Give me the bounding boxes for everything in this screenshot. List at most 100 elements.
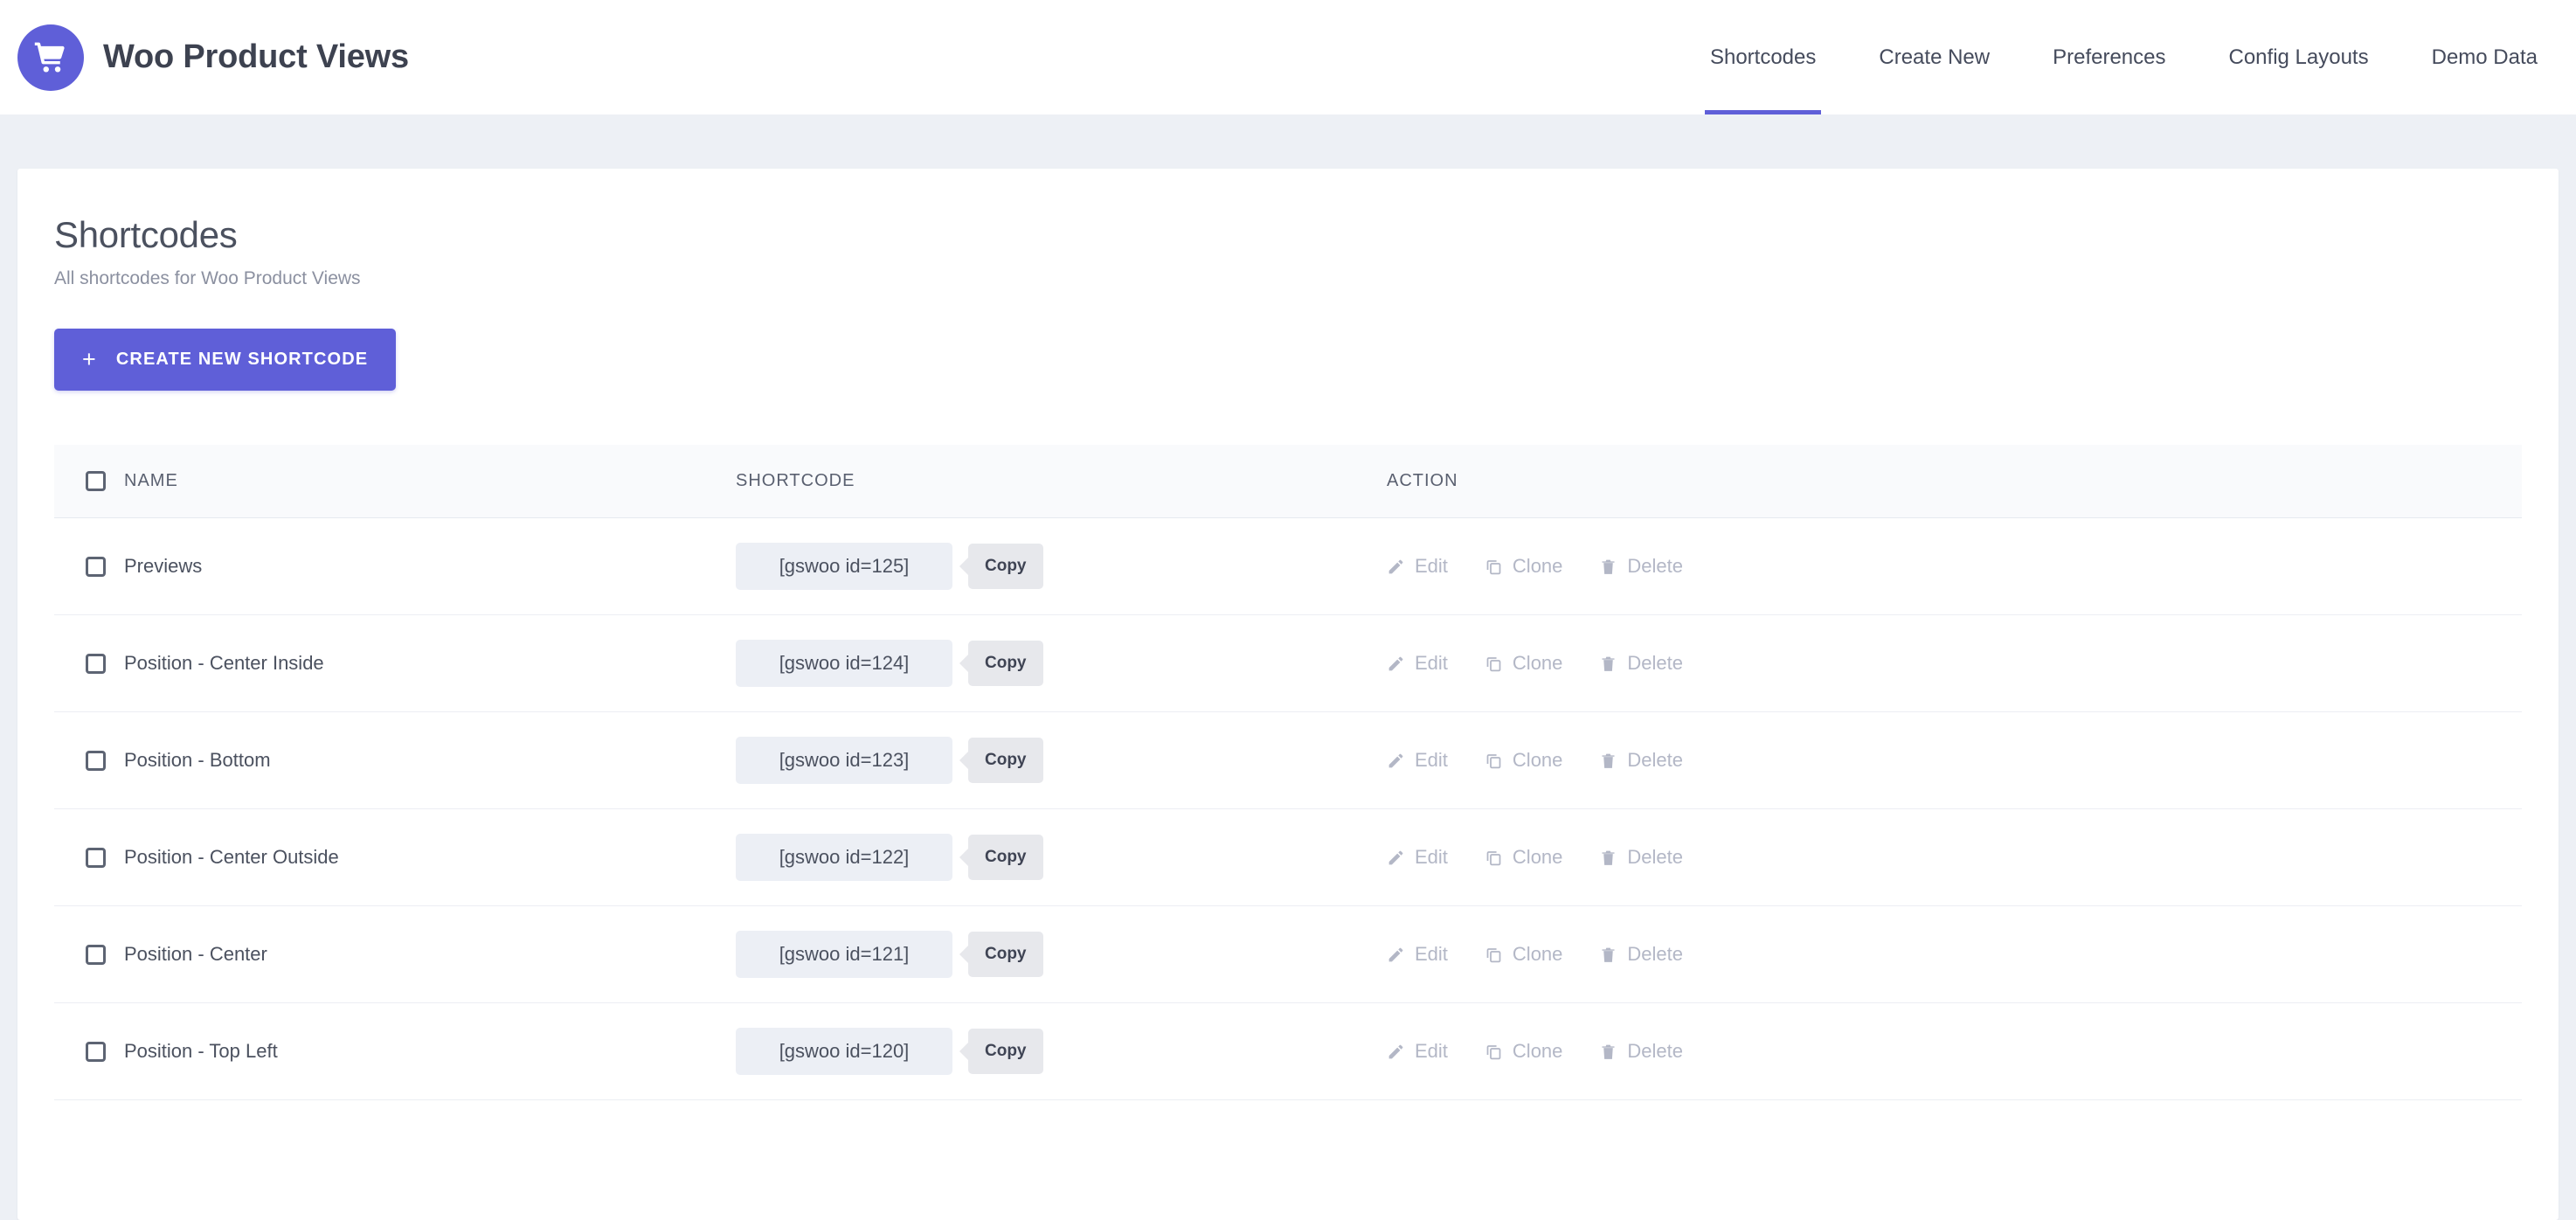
copy-button[interactable]: Copy bbox=[968, 544, 1043, 589]
copy-button[interactable]: Copy bbox=[968, 738, 1043, 783]
page-subtitle: All shortcodes for Woo Product Views bbox=[54, 268, 361, 288]
shortcode-value[interactable]: [gswoo id=124] bbox=[736, 640, 952, 687]
clone-label: Clone bbox=[1512, 1040, 1563, 1062]
clone-action[interactable]: Clone bbox=[1485, 652, 1562, 675]
edit-label: Edit bbox=[1415, 652, 1448, 674]
shortcode-value[interactable]: [gswoo id=122] bbox=[736, 834, 952, 881]
nav-item-shortcodes[interactable]: Shortcodes bbox=[1679, 0, 1847, 114]
copy-icon bbox=[1486, 947, 1501, 962]
delete-action[interactable]: Delete bbox=[1599, 749, 1683, 772]
row-shortcode-cell: [gswoo id=124] Copy bbox=[736, 614, 1387, 712]
nav-label: Shortcodes bbox=[1709, 45, 1817, 69]
delete-action[interactable]: Delete bbox=[1599, 943, 1683, 966]
edit-label: Edit bbox=[1415, 943, 1448, 965]
delete-action[interactable]: Delete bbox=[1599, 652, 1683, 675]
row-shortcode-cell: [gswoo id=123] Copy bbox=[736, 711, 1387, 809]
clone-action[interactable]: Clone bbox=[1485, 555, 1562, 578]
row-shortcode-cell: [gswoo id=125] Copy bbox=[736, 517, 1387, 615]
row-shortcode-cell: [gswoo id=121] Copy bbox=[736, 905, 1387, 1003]
table-row: Previews [gswoo id=125] Copy Edit Clone … bbox=[54, 517, 2522, 615]
row-actions-cell: Edit Clone Delete bbox=[1387, 517, 2522, 615]
copy-icon bbox=[1486, 559, 1501, 574]
column-action: ACTION bbox=[1387, 445, 2522, 518]
clone-action[interactable]: Clone bbox=[1485, 1040, 1562, 1063]
edit-action[interactable]: Edit bbox=[1387, 749, 1448, 772]
table-header: NAME SHORTCODE ACTION bbox=[54, 445, 2522, 518]
delete-label: Delete bbox=[1627, 555, 1683, 577]
clone-label: Clone bbox=[1512, 555, 1563, 577]
content-card: Shortcodes All shortcodes for Woo Produc… bbox=[17, 169, 2559, 1220]
edit-label: Edit bbox=[1415, 846, 1448, 868]
table-row: Position - Center [gswoo id=121] Copy Ed… bbox=[54, 905, 2522, 1003]
main-navigation: Shortcodes Create New Preferences Config… bbox=[1679, 0, 2538, 114]
copy-button[interactable]: Copy bbox=[968, 932, 1043, 977]
row-select-cell bbox=[54, 711, 124, 809]
table-row: Position - Center Inside [gswoo id=124] … bbox=[54, 614, 2522, 712]
row-name: Position - Top Left bbox=[124, 1002, 736, 1100]
row-name: Position - Center Inside bbox=[124, 614, 736, 712]
row-actions-cell: Edit Clone Delete bbox=[1387, 614, 2522, 712]
clone-action[interactable]: Clone bbox=[1485, 749, 1562, 772]
nav-item-preferences[interactable]: Preferences bbox=[2021, 0, 2197, 114]
delete-action[interactable]: Delete bbox=[1599, 846, 1683, 869]
row-checkbox[interactable] bbox=[86, 653, 106, 674]
shortcode-value[interactable]: [gswoo id=120] bbox=[736, 1028, 952, 1075]
create-new-shortcode-button[interactable]: + CREATE NEW SHORTCODE bbox=[54, 329, 397, 391]
table-row: Position - Top Left [gswoo id=120] Copy … bbox=[54, 1002, 2522, 1100]
edit-action[interactable]: Edit bbox=[1387, 846, 1448, 869]
pencil-icon bbox=[1388, 1044, 1403, 1058]
delete-action[interactable]: Delete bbox=[1599, 555, 1683, 578]
table-row: Position - Center Outside [gswoo id=122]… bbox=[54, 808, 2522, 906]
edit-action[interactable]: Edit bbox=[1387, 1040, 1448, 1063]
shortcodes-table: NAME SHORTCODE ACTION Previews [gswoo id… bbox=[54, 445, 2522, 1100]
clone-label: Clone bbox=[1512, 749, 1563, 771]
select-all-checkbox[interactable] bbox=[86, 471, 106, 491]
row-actions-cell: Edit Clone Delete bbox=[1387, 711, 2522, 809]
row-name: Position - Center bbox=[124, 905, 736, 1003]
row-checkbox[interactable] bbox=[86, 847, 106, 868]
row-checkbox[interactable] bbox=[86, 1041, 106, 1062]
clone-label: Clone bbox=[1512, 943, 1563, 965]
app-title: Woo Product Views bbox=[103, 38, 409, 75]
shortcode-value[interactable]: [gswoo id=121] bbox=[736, 931, 952, 978]
edit-action[interactable]: Edit bbox=[1387, 943, 1448, 966]
row-actions-cell: Edit Clone Delete bbox=[1387, 808, 2522, 906]
delete-label: Delete bbox=[1627, 1040, 1683, 1062]
column-select-all bbox=[54, 445, 124, 518]
trash-icon bbox=[1602, 947, 1615, 962]
delete-label: Delete bbox=[1627, 943, 1683, 965]
clone-action[interactable]: Clone bbox=[1485, 846, 1562, 869]
nav-label: Create New bbox=[1879, 45, 1991, 69]
row-select-cell bbox=[54, 517, 124, 615]
row-select-cell bbox=[54, 808, 124, 906]
clone-action[interactable]: Clone bbox=[1485, 943, 1562, 966]
delete-label: Delete bbox=[1627, 846, 1683, 868]
row-checkbox[interactable] bbox=[86, 750, 106, 771]
table-row: Position - Bottom [gswoo id=123] Copy Ed… bbox=[54, 711, 2522, 809]
nav-label: Config Layouts bbox=[2228, 45, 2369, 69]
nav-item-config-layouts[interactable]: Config Layouts bbox=[2198, 0, 2400, 114]
row-select-cell bbox=[54, 614, 124, 712]
copy-button[interactable]: Copy bbox=[968, 1029, 1043, 1074]
column-name: NAME bbox=[124, 445, 736, 518]
row-name: Position - Bottom bbox=[124, 711, 736, 809]
copy-button[interactable]: Copy bbox=[968, 835, 1043, 880]
edit-label: Edit bbox=[1415, 555, 1448, 577]
app-header: Woo Product Views Shortcodes Create New … bbox=[0, 0, 2576, 114]
table-header-row: NAME SHORTCODE ACTION bbox=[54, 445, 2522, 518]
shortcode-value[interactable]: [gswoo id=125] bbox=[736, 543, 952, 590]
row-checkbox[interactable] bbox=[86, 556, 106, 577]
shortcode-value[interactable]: [gswoo id=123] bbox=[736, 737, 952, 784]
shopping-cart-icon bbox=[17, 24, 84, 91]
page-body: Shortcodes All shortcodes for Woo Produc… bbox=[0, 114, 2576, 1220]
delete-action[interactable]: Delete bbox=[1599, 1040, 1683, 1063]
row-checkbox[interactable] bbox=[86, 944, 106, 965]
nav-item-create-new[interactable]: Create New bbox=[1847, 0, 2021, 114]
trash-icon bbox=[1602, 656, 1615, 671]
nav-item-demo-data[interactable]: Demo Data bbox=[2400, 0, 2538, 114]
edit-action[interactable]: Edit bbox=[1387, 555, 1448, 578]
copy-button[interactable]: Copy bbox=[968, 641, 1043, 686]
edit-action[interactable]: Edit bbox=[1387, 652, 1448, 675]
row-select-cell bbox=[54, 1002, 124, 1100]
row-shortcode-cell: [gswoo id=122] Copy bbox=[736, 808, 1387, 906]
